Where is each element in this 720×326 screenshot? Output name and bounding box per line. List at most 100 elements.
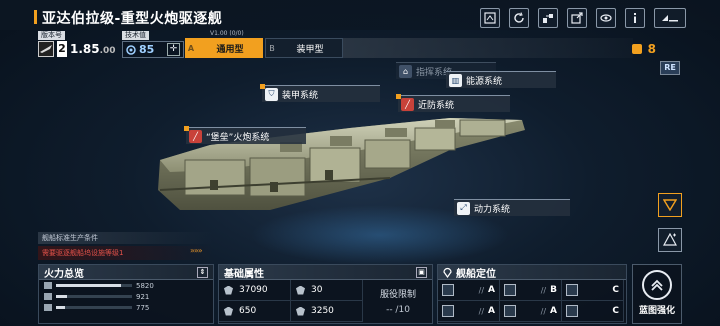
- alert-dot: [184, 126, 189, 131]
- system-artillery-label: “堡垒”火炮系统: [206, 132, 270, 143]
- alert-dot: [260, 84, 265, 89]
- role-grade: C: [612, 285, 619, 295]
- system-power-label: 动力系统: [474, 204, 511, 215]
- re-badge[interactable]: RE: [660, 61, 680, 75]
- role-slash: //: [478, 306, 485, 316]
- tech-icon: [126, 44, 136, 55]
- hp-icon: [224, 285, 233, 295]
- version-label: 版本号: [38, 31, 65, 40]
- basic-attributes-panel: 基础属性 ▣ 37090 30 650 3250 服役限制 -- /10: [218, 264, 433, 324]
- role-cell[interactable]: //A: [438, 301, 500, 322]
- range-icon: [296, 306, 305, 316]
- role-cell[interactable]: //B: [500, 280, 562, 301]
- energy-system-icon: ▥: [449, 73, 462, 87]
- resource-icon: [631, 44, 642, 54]
- back-icon[interactable]: [654, 8, 686, 28]
- system-cic[interactable]: ╱ 近防系统: [396, 94, 510, 112]
- service-limit: 服役限制 -- /10: [364, 280, 432, 323]
- chevron-up-icon: [642, 270, 672, 300]
- formation-icon: [663, 233, 677, 246]
- firepower-value: 5820: [136, 281, 154, 290]
- system-energy-label: 能源系统: [466, 76, 503, 87]
- blueprint-enhance-button[interactable]: 蓝图强化: [632, 264, 682, 324]
- top-toolbar: [480, 8, 686, 28]
- resource-count: 8: [647, 42, 656, 56]
- service-limit-value: -- /10: [386, 305, 410, 315]
- attr-value: 30: [311, 285, 323, 295]
- firepower-toggle-icon[interactable]: ⇕: [197, 266, 208, 278]
- system-armor[interactable]: ⛉ 装甲系统: [260, 84, 380, 102]
- positioning-panel: 舰船定位 //A //B C //A //A C: [437, 264, 627, 324]
- role-icon: [442, 305, 454, 317]
- basic-attributes-title: 基础属性: [224, 268, 264, 280]
- cic-system-icon: ╱: [401, 97, 414, 111]
- role-icon: [566, 305, 578, 317]
- role-slash: //: [540, 285, 547, 295]
- tab-general[interactable]: A 通用型: [185, 38, 263, 58]
- role-grade: A: [488, 285, 495, 295]
- tech-value: 85: [139, 43, 155, 56]
- tab-armored-label: 装甲型: [296, 44, 324, 55]
- attr-value: 37090: [239, 285, 268, 295]
- attr-speed: 30: [291, 280, 363, 301]
- role-slash: //: [478, 285, 485, 295]
- artillery-system-icon: ╱: [189, 129, 202, 143]
- formation-button[interactable]: [658, 228, 682, 252]
- attr-value: 650: [239, 306, 257, 316]
- firepower-bar-track: [56, 295, 132, 298]
- firepower-value: 775: [136, 303, 150, 312]
- role-grade: B: [550, 285, 557, 295]
- role-icon: [504, 284, 516, 296]
- share-icon[interactable]: [567, 8, 587, 28]
- firepower-row: 775: [39, 302, 213, 313]
- tab-armored[interactable]: B 装甲型: [265, 38, 343, 58]
- aa-icon: [44, 304, 52, 311]
- role-grade: C: [612, 306, 619, 316]
- version-box: 版本号 2 1.85.00: [38, 30, 118, 58]
- role-icon: [504, 305, 516, 317]
- tech-expand-icon[interactable]: ✛: [167, 43, 180, 56]
- info-icon[interactable]: [625, 8, 645, 28]
- system-energy[interactable]: ▥ 能源系统: [446, 71, 556, 88]
- attr-value: 3250: [311, 306, 334, 316]
- command-system-icon: ⌂: [399, 64, 412, 78]
- role-icon: [442, 284, 454, 296]
- firepower-bar: [56, 295, 67, 298]
- tab-general-label: 通用型: [216, 44, 244, 55]
- positioning-title: 舰船定位: [456, 268, 496, 280]
- production-arrows[interactable]: »»»: [190, 246, 203, 255]
- armor-icon: [224, 306, 233, 316]
- title-accent: [34, 10, 37, 24]
- role-cell[interactable]: //A: [500, 301, 562, 322]
- attr-armor: 650: [219, 301, 291, 322]
- firepower-bar-track: [56, 306, 132, 309]
- role-cell[interactable]: //A: [438, 280, 500, 301]
- tech-box: 技术值 85 ✛: [122, 30, 184, 58]
- system-artillery[interactable]: ╱ “堡垒”火炮系统: [184, 126, 306, 144]
- role-slash: //: [540, 306, 547, 316]
- location-icon: [443, 267, 452, 278]
- blueprint-label: 蓝图强化: [638, 306, 675, 316]
- refresh-icon[interactable]: [509, 8, 529, 28]
- view-icon[interactable]: [596, 8, 616, 28]
- attr-range: 3250: [291, 301, 363, 322]
- role-cell[interactable]: C: [562, 280, 624, 301]
- expand-icon[interactable]: ▣: [416, 266, 427, 278]
- resource-counter: 8: [631, 42, 656, 56]
- attr-hp: 37090: [219, 280, 291, 301]
- ship-class-icon: [38, 41, 54, 57]
- firepower-bar: [56, 306, 66, 309]
- version-level: 2: [57, 41, 67, 57]
- filter-button[interactable]: [658, 193, 682, 217]
- role-cell[interactable]: C: [562, 301, 624, 322]
- transfer-icon[interactable]: [538, 8, 558, 28]
- frame-icon[interactable]: [480, 8, 500, 28]
- firepower-row: 921: [39, 291, 213, 302]
- speed-icon: [296, 285, 305, 295]
- system-power[interactable]: ⤢ 动力系统: [454, 199, 570, 216]
- firepower-panel: 火力总览 ⇕ 5820 921 775: [38, 264, 214, 324]
- system-armor-label: 装甲系统: [282, 90, 319, 101]
- missile-icon: [44, 293, 52, 300]
- tab-subtitle: V1.00 (0/0): [210, 30, 244, 37]
- role-icon: [566, 284, 578, 296]
